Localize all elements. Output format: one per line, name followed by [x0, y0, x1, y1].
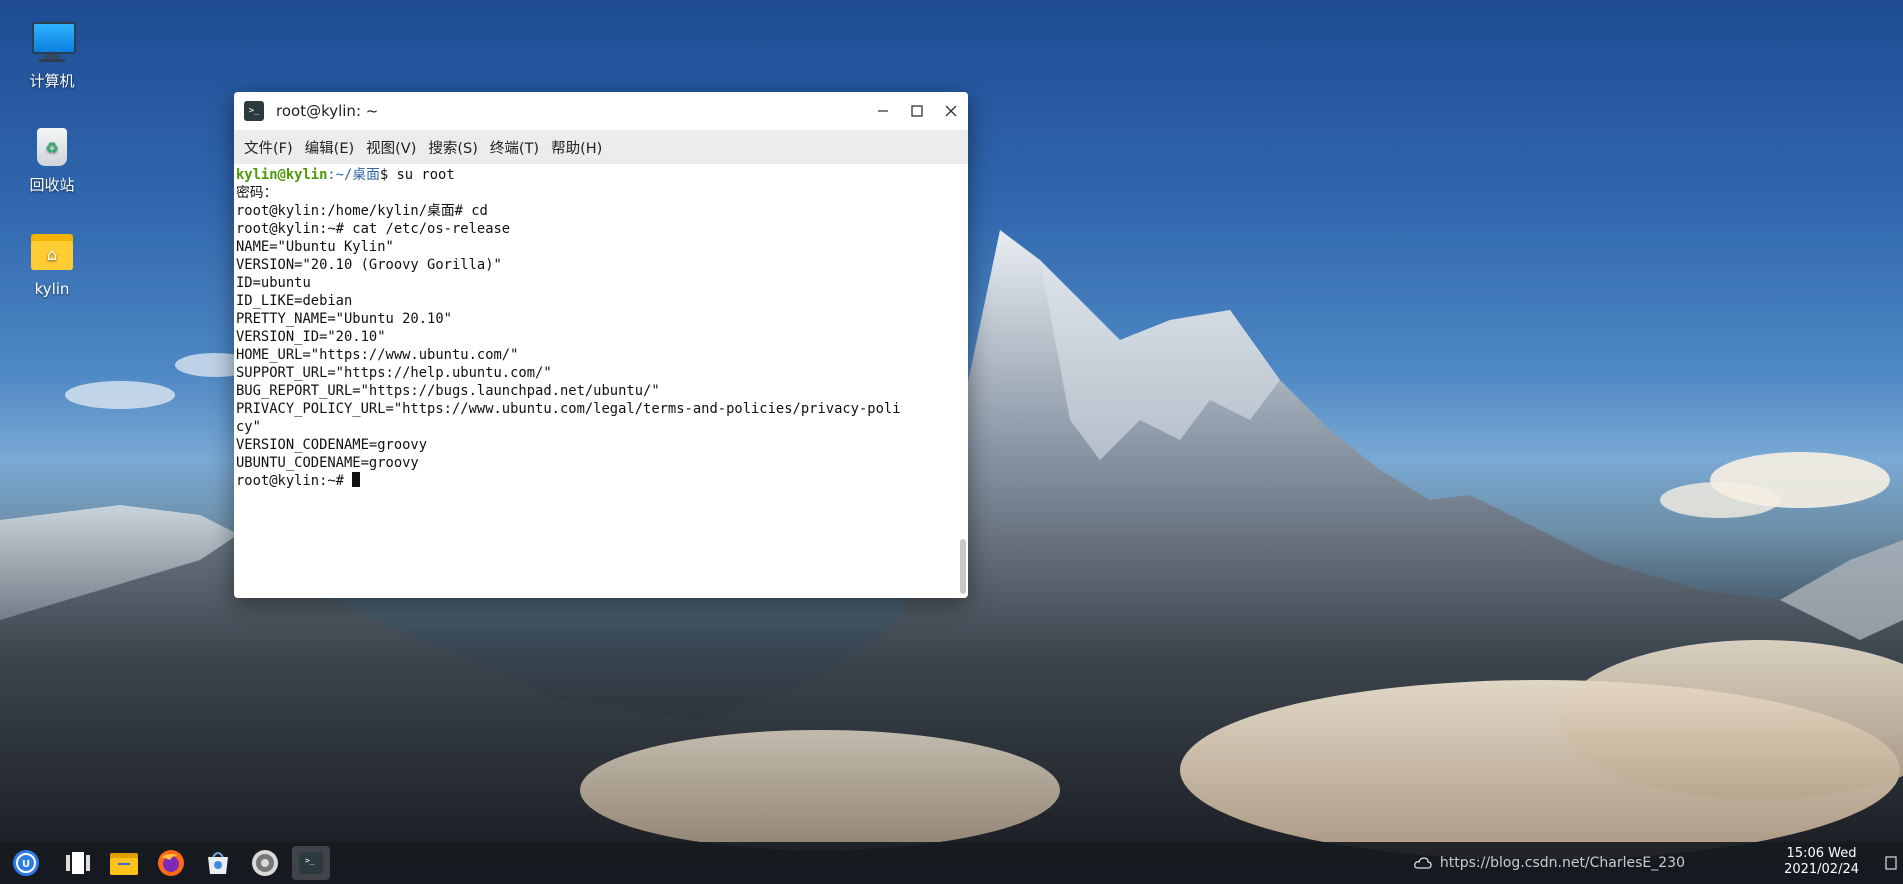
- menu-search[interactable]: 搜索(S): [422, 137, 484, 158]
- watermark-text: https://blog.csdn.net/CharlesE_230: [1439, 855, 1685, 871]
- multitask-view-button[interactable]: [59, 846, 97, 880]
- terminal-icon: >_: [244, 101, 264, 121]
- desktop-icon-computer[interactable]: 计算机: [18, 18, 86, 91]
- start-menu-icon: U: [13, 850, 39, 876]
- home-folder-icon: ⌂: [29, 228, 75, 274]
- window-title: root@kylin: ~: [276, 102, 379, 120]
- system-tray: https://blog.csdn.net/CharlesE_230: [1414, 842, 1685, 884]
- terminal-line: UBUNTU_CODENAME=groovy: [236, 455, 419, 471]
- desktop-icon-home[interactable]: ⌂ kylin: [18, 228, 86, 298]
- terminal-line: 密码：: [236, 185, 278, 201]
- file-manager-icon: [110, 853, 138, 875]
- terminal-line: ID=ubuntu: [236, 275, 311, 291]
- text-cursor: [352, 472, 361, 487]
- terminal-line: VERSION_CODENAME=groovy: [236, 437, 428, 453]
- desktop-icon-trash[interactable]: ♻ 回收站: [18, 122, 86, 195]
- terminal-line: BUG_REPORT_URL="https://bugs.launchpad.n…: [236, 383, 660, 399]
- terminal-line: PRIVACY_POLICY_URL="https://www.ubuntu.c…: [236, 401, 901, 417]
- terminal-line-final-prompt: root@kylin:~#: [236, 472, 966, 490]
- menu-bar: 文件(F) 编辑(E) 视图(V) 搜索(S) 终端(T) 帮助(H): [234, 130, 968, 164]
- terminal-line-prompt: kylin@kylin:~/桌面$ su root: [236, 166, 966, 184]
- taskbar: U >_ https://blog.csdn.net/CharlesE_230 …: [0, 842, 1903, 884]
- terminal-line: root@kylin:/home/kylin/桌面# cd: [236, 203, 488, 219]
- desktop-icon-label: 回收站: [29, 176, 75, 194]
- terminal-line: SUPPORT_URL="https://help.ubuntu.com/": [236, 365, 552, 381]
- terminal-window: >_ root@kylin: ~ 文件(F) 编辑(E) 视图(V) 搜索(S)…: [234, 92, 968, 598]
- terminal-line: root@kylin:~# cat /etc/os-release: [236, 221, 511, 237]
- prompt-path: :~/桌面: [327, 167, 380, 183]
- clock[interactable]: 15:06 Wed 2021/02/24: [1784, 846, 1859, 878]
- svg-text:U: U: [22, 859, 30, 870]
- desktop-icon-label: 计算机: [29, 72, 75, 90]
- desktop-icon-label: kylin: [34, 280, 70, 298]
- firefox-icon: [158, 850, 184, 876]
- software-store-button[interactable]: [199, 846, 237, 880]
- terminal-line: VERSION_ID="20.10": [236, 329, 386, 345]
- minimize-button[interactable]: [866, 92, 900, 130]
- file-manager-button[interactable]: [105, 846, 143, 880]
- start-menu-button[interactable]: U: [7, 846, 45, 880]
- clock-time: 15:06 Wed: [1786, 846, 1857, 861]
- software-store-icon: [208, 852, 228, 874]
- menu-edit[interactable]: 编辑(E): [299, 137, 360, 158]
- terminal-line: PRETTY_NAME="Ubuntu 20.10": [236, 311, 452, 327]
- scrollbar-thumb[interactable]: [960, 539, 966, 594]
- terminal-line: cy": [236, 419, 261, 435]
- terminal-output[interactable]: kylin@kylin:~/桌面$ su root 密码： root@kylin…: [234, 164, 968, 598]
- prompt-command: $ su root: [379, 167, 455, 183]
- close-icon: [945, 105, 957, 117]
- multitask-view-icon: [66, 852, 90, 874]
- final-prompt: root@kylin:~#: [236, 473, 353, 489]
- settings-button[interactable]: [246, 846, 284, 880]
- clock-date: 2021/02/24: [1784, 862, 1859, 877]
- trash-icon: ♻: [29, 122, 75, 168]
- window-titlebar[interactable]: >_ root@kylin: ~: [234, 92, 968, 130]
- svg-text:>_: >_: [305, 856, 315, 865]
- menu-terminal[interactable]: 终端(T): [484, 137, 545, 158]
- close-button[interactable]: [934, 92, 968, 130]
- maximize-button[interactable]: [900, 92, 934, 130]
- computer-icon: [29, 18, 76, 64]
- scrollbar[interactable]: [960, 164, 966, 598]
- firefox-button[interactable]: [152, 846, 190, 880]
- show-desktop-button[interactable]: [1885, 842, 1897, 884]
- menu-view[interactable]: 视图(V): [360, 137, 422, 158]
- menu-file[interactable]: 文件(F): [238, 137, 299, 158]
- terminal-line: NAME="Ubuntu Kylin": [236, 239, 394, 255]
- terminal-line: VERSION="20.10 (Groovy Gorilla)": [236, 257, 502, 273]
- terminal-line: HOME_URL="https://www.ubuntu.com/": [236, 347, 519, 363]
- terminal-icon: >_: [299, 852, 323, 874]
- menu-help[interactable]: 帮助(H): [545, 137, 608, 158]
- settings-icon: [252, 850, 278, 876]
- show-desktop-icon: [1885, 856, 1897, 870]
- minimize-icon: [878, 110, 888, 112]
- terminal-line: ID_LIKE=debian: [236, 293, 353, 309]
- terminal-taskbar-button[interactable]: >_: [292, 846, 330, 880]
- cloud-icon[interactable]: [1414, 856, 1432, 870]
- prompt-user: kylin@kylin: [236, 167, 328, 183]
- maximize-icon: [911, 105, 923, 117]
